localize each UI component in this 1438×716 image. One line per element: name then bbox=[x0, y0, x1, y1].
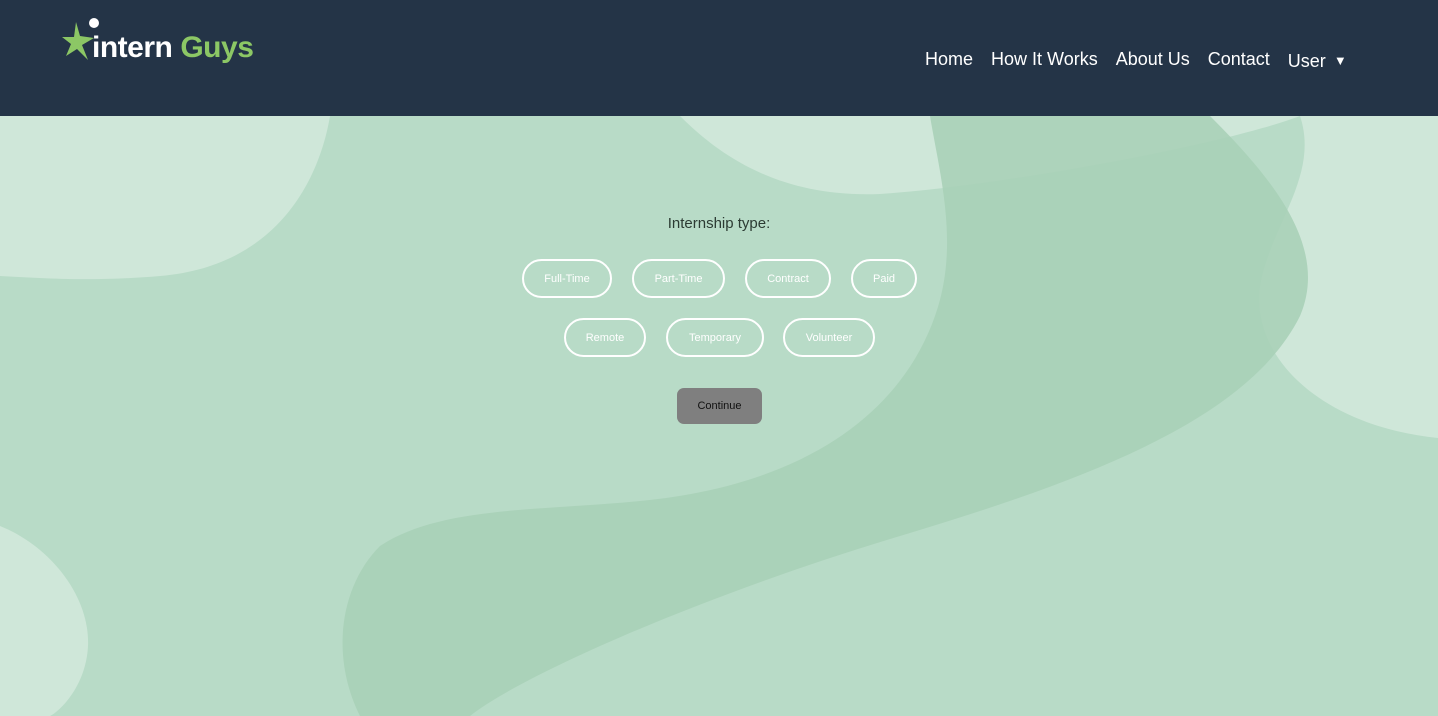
nav-home[interactable]: Home bbox=[925, 47, 973, 71]
user-menu[interactable]: User ▼ bbox=[1288, 49, 1347, 73]
nav-how-it-works[interactable]: How It Works bbox=[991, 47, 1098, 71]
nav-contact[interactable]: Contact bbox=[1208, 47, 1270, 71]
option-part-time[interactable]: Part-Time bbox=[632, 259, 725, 298]
caret-down-icon: ▼ bbox=[1333, 53, 1347, 68]
option-remote[interactable]: Remote bbox=[564, 318, 646, 357]
option-paid[interactable]: Paid bbox=[851, 259, 917, 298]
brand-wordmark: intern Guys bbox=[92, 30, 254, 66]
question-label: Internship type: bbox=[667, 215, 771, 232]
option-volunteer[interactable]: Volunteer bbox=[783, 318, 875, 357]
main-nav: Home How It Works About Us Contact User … bbox=[925, 46, 1365, 72]
option-temporary[interactable]: Temporary bbox=[666, 318, 764, 357]
user-menu-label: User bbox=[1287, 51, 1326, 71]
top-navbar: intern Guys Home How It Works About Us Co… bbox=[0, 0, 1438, 116]
nav-about-us[interactable]: About Us bbox=[1116, 47, 1190, 71]
internship-type-form: Internship type: Full-Time Part-Time Con… bbox=[0, 116, 1438, 716]
brand-word-intern: intern bbox=[92, 31, 173, 64]
brand-word-guys: Guys bbox=[180, 31, 254, 64]
continue-button[interactable]: Continue bbox=[677, 388, 762, 424]
option-full-time[interactable]: Full-Time bbox=[522, 259, 612, 298]
brand-logo[interactable]: intern Guys bbox=[62, 14, 272, 70]
option-contract[interactable]: Contract bbox=[745, 259, 831, 298]
